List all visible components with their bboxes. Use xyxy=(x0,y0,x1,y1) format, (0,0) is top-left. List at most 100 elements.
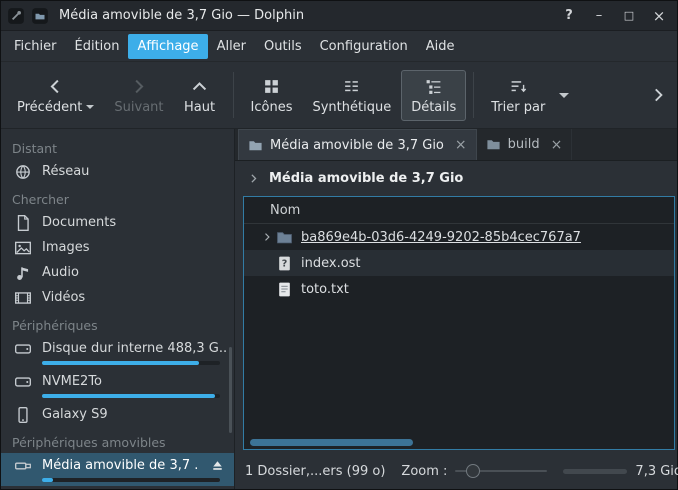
close-button[interactable]: × xyxy=(647,5,671,27)
unknown-file-icon: ? xyxy=(276,255,293,272)
sidebar-item-label: Audio xyxy=(42,265,79,280)
sidebar-item-label: Galaxy S9 xyxy=(42,407,108,422)
app-icon xyxy=(31,7,49,25)
sidebar-item-documents[interactable]: Documents xyxy=(1,210,234,235)
folder-icon xyxy=(276,229,293,246)
videos-icon xyxy=(14,289,32,307)
free-space-label: 7,3 Gio libre(s) xyxy=(635,464,678,479)
statusbar: 1 Dossier,...ers (99 o) Zoom : 7,3 Gio l… xyxy=(235,453,677,489)
toolbar: Précédent Suivant Haut Icônes Synthét xyxy=(1,62,677,129)
chevron-left-icon xyxy=(46,77,65,97)
sort-by-button[interactable]: Trier par xyxy=(481,70,555,121)
phone-icon xyxy=(14,406,32,424)
tool-icon xyxy=(7,7,25,25)
sidebar-item-disque-dur-interne[interactable]: Disque dur interne 488,3 G... xyxy=(1,336,234,369)
sidebar-item-audio[interactable]: Audio xyxy=(1,260,234,285)
up-label: Haut xyxy=(184,101,215,114)
tab-build[interactable]: build × xyxy=(477,129,573,160)
file-name: toto.txt xyxy=(301,282,349,297)
sort-icon xyxy=(510,77,527,97)
sidebar-item-label: NVME2To xyxy=(42,374,102,389)
compact-view-button[interactable]: Synthétique xyxy=(302,70,401,121)
file-view: Nom ba869e4b-03d6-4249-9202-85b4cec767a7… xyxy=(243,196,675,450)
dolphin-window: Média amovible de 3,7 Gio — Dolphin ? – … xyxy=(0,0,678,490)
file-name: index.ost xyxy=(301,256,361,271)
column-header-nom[interactable]: Nom xyxy=(244,197,674,224)
toolbar-separator xyxy=(233,72,234,118)
zoom-label: Zoom : xyxy=(401,464,447,479)
sidebar-item-videos[interactable]: Vidéos xyxy=(1,285,234,310)
breadcrumb-location[interactable]: Média amovible de 3,7 Gio xyxy=(269,171,463,186)
sidebar-scrollbar-thumb[interactable] xyxy=(229,347,232,433)
compact-label: Synthétique xyxy=(312,101,391,114)
sidebar-item-label: Vidéos xyxy=(42,290,85,305)
sidebar-item-media-amovible[interactable]: Média amovible de 3,7 ... xyxy=(1,453,234,486)
chevron-right-icon[interactable] xyxy=(247,172,260,185)
chevron-right-icon xyxy=(129,77,148,97)
eject-button[interactable] xyxy=(209,457,226,475)
sort-label: Trier par xyxy=(491,101,545,114)
chevron-right-icon xyxy=(649,86,667,104)
menu-configuration[interactable]: Configuration xyxy=(311,34,417,59)
file-name: ba869e4b-03d6-4249-9202-85b4cec767a7 xyxy=(301,230,581,245)
horizontal-scrollbar-thumb[interactable] xyxy=(250,439,413,446)
sidebar-item-nvme2to[interactable]: NVME2To xyxy=(1,369,234,402)
zoom-slider-handle[interactable] xyxy=(466,464,480,478)
menu-edition[interactable]: Édition xyxy=(66,34,129,59)
help-button[interactable]: ? xyxy=(557,5,581,27)
tab-label: Média amovible de 3,7 Gio xyxy=(270,138,444,153)
toolbar-overflow-button[interactable] xyxy=(645,82,671,108)
tab-close-button[interactable]: × xyxy=(547,138,563,152)
chevron-up-icon xyxy=(190,77,209,97)
minimize-button[interactable]: – xyxy=(587,5,611,27)
free-space-bar xyxy=(563,469,627,474)
icons-view-button[interactable]: Icônes xyxy=(241,70,303,121)
toolbar-separator xyxy=(473,72,474,118)
section-header-distant: Distant xyxy=(1,133,234,159)
view-icons-icon xyxy=(263,77,280,97)
section-header-peripheriques: Périphériques xyxy=(1,310,234,336)
horizontal-scrollbar[interactable] xyxy=(250,439,668,446)
sort-dropdown-caret-icon[interactable] xyxy=(559,93,569,98)
sidebar-item-label: Disque dur interne 488,3 G... xyxy=(42,341,226,356)
places-panel: Distant Réseau Chercher Documents xyxy=(1,129,235,489)
documents-icon xyxy=(14,214,32,232)
usb-drive-icon xyxy=(14,457,32,475)
capacity-bar xyxy=(42,361,220,365)
sidebar-item-label: Réseau xyxy=(42,164,89,179)
zoom-slider[interactable] xyxy=(455,463,547,479)
sidebar-item-label: Documents xyxy=(42,215,116,230)
harddisk-icon xyxy=(14,373,32,391)
file-row-toto-txt[interactable]: toto.txt xyxy=(244,276,674,302)
audio-icon xyxy=(14,264,32,282)
column-header-label: Nom xyxy=(270,203,300,218)
view-details-icon xyxy=(425,77,442,97)
capacity-bar xyxy=(42,394,220,398)
file-row-folder[interactable]: ba869e4b-03d6-4249-9202-85b4cec767a7 xyxy=(244,224,674,250)
up-button[interactable]: Haut xyxy=(174,70,226,121)
details-view-button[interactable]: Détails xyxy=(401,70,466,121)
section-header-peripheriques-amovibles: Périphériques amovibles xyxy=(1,427,234,453)
sidebar-item-images[interactable]: Images xyxy=(1,235,234,260)
forward-button[interactable]: Suivant xyxy=(104,70,173,121)
harddisk-icon xyxy=(14,340,32,358)
menu-affichage[interactable]: Affichage xyxy=(128,34,207,59)
menu-fichier[interactable]: Fichier xyxy=(5,34,66,59)
maximize-button[interactable]: □ xyxy=(617,5,641,27)
titlebar[interactable]: Média amovible de 3,7 Gio — Dolphin ? – … xyxy=(1,1,677,31)
menu-outils[interactable]: Outils xyxy=(255,34,311,59)
breadcrumb: Média amovible de 3,7 Gio xyxy=(235,161,677,196)
status-summary: 1 Dossier,...ers (99 o) xyxy=(245,464,385,479)
file-row-index-ost[interactable]: ? index.ost xyxy=(244,250,674,276)
tab-close-button[interactable]: × xyxy=(451,138,467,152)
sidebar-item-galaxy-s9[interactable]: Galaxy S9 xyxy=(1,402,234,427)
expand-chevron-icon[interactable] xyxy=(258,231,276,243)
sidebar-item-reseau[interactable]: Réseau xyxy=(1,159,234,184)
menu-aller[interactable]: Aller xyxy=(208,34,255,59)
back-button[interactable]: Précédent xyxy=(7,70,104,121)
back-label: Précédent xyxy=(17,101,82,114)
window-body: Distant Réseau Chercher Documents xyxy=(1,129,677,489)
menu-aide[interactable]: Aide xyxy=(417,34,464,59)
tab-media-amovible[interactable]: Média amovible de 3,7 Gio × xyxy=(238,129,477,160)
back-dropdown-caret-icon[interactable] xyxy=(86,105,94,109)
